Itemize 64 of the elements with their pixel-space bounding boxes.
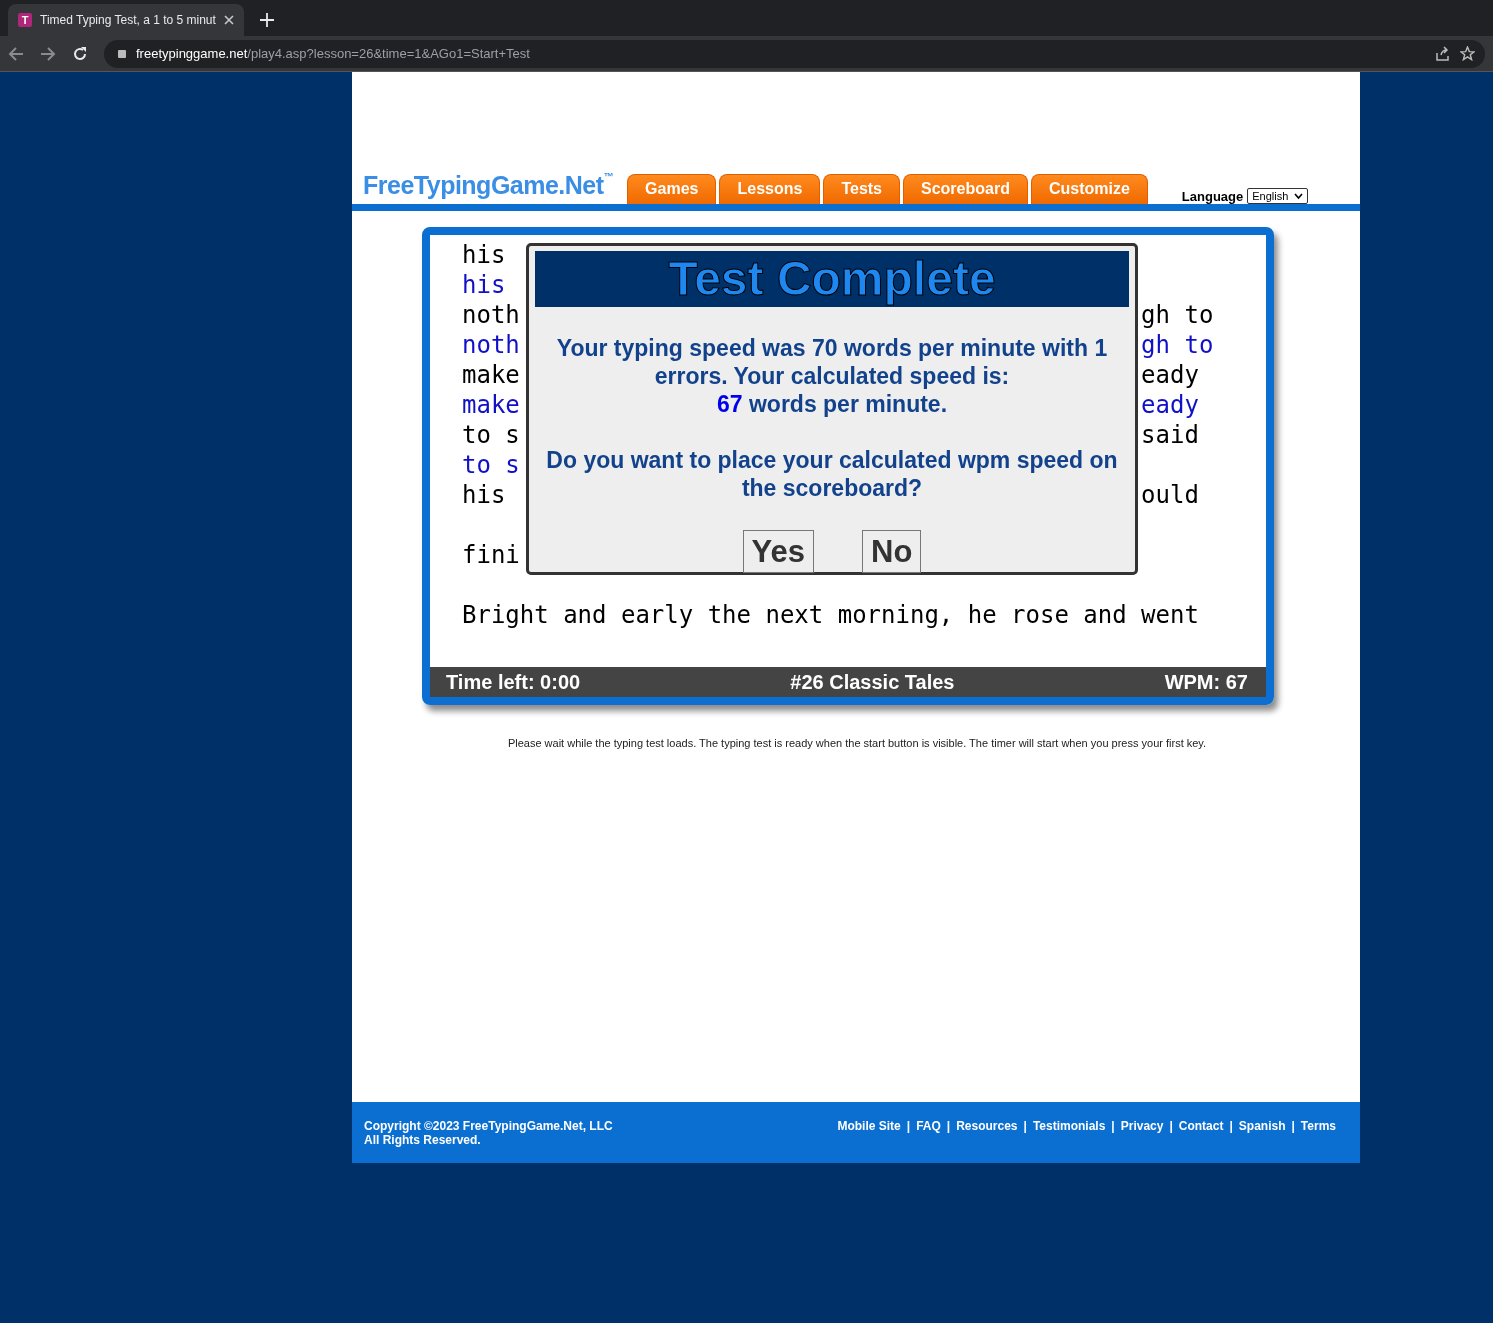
typed-text: make (462, 390, 520, 420)
language-dropdown[interactable]: English (1247, 188, 1309, 204)
prompt-text: make (462, 360, 520, 390)
star-icon[interactable] (1460, 46, 1475, 61)
nav-tab[interactable]: Customize (1030, 174, 1148, 204)
chevron-down-icon[interactable] (1294, 192, 1304, 200)
link-separator: | (906, 1119, 911, 1133)
footer-link[interactable]: Terms (1300, 1119, 1336, 1133)
forward-icon[interactable] (40, 45, 56, 62)
footer-link[interactable]: Contact (1178, 1119, 1224, 1133)
share-icon[interactable] (1435, 46, 1450, 61)
browser-tab[interactable]: T Timed Typing Test, a 1 to 5 minut (8, 4, 244, 36)
footer-link[interactable]: FAQ (916, 1119, 941, 1133)
typed-text: to s (462, 450, 520, 480)
link-separator: | (946, 1119, 951, 1133)
time-left: Time left: 0:00 (446, 670, 581, 694)
link-separator: | (1291, 1119, 1295, 1133)
back-icon[interactable] (8, 45, 24, 62)
dialog-title: Test Complete (535, 251, 1129, 307)
nav-tab[interactable]: Lessons (719, 174, 821, 204)
footer-link[interactable]: Testimonials (1032, 1119, 1106, 1133)
reload-icon[interactable] (72, 45, 88, 62)
lesson-title: #26 Classic Tales (790, 670, 955, 694)
prompt-text: to s (462, 420, 520, 450)
prompt-text: Bright and early the next morning, he rose and went (462, 600, 1199, 630)
footer-link[interactable]: Privacy (1120, 1119, 1164, 1133)
prompt-text: fini (462, 540, 520, 570)
typed-text: noth (462, 330, 520, 360)
footer-link[interactable]: Spanish (1238, 1119, 1286, 1133)
url-text: freetypinggame.net/play4.asp?lesson=26&time=1&AGo1=Start+Test (136, 46, 530, 61)
site-favicon: T (18, 13, 32, 27)
result-text: Your typing speed was 70 words per minute with 1 errors. Your calculated speed is: (555, 334, 1109, 390)
typed-text: gh to (1141, 330, 1214, 360)
footer-link[interactable]: Mobile Site (837, 1119, 901, 1133)
link-separator: | (1169, 1119, 1173, 1133)
link-separator: | (1229, 1119, 1233, 1133)
language-label: Language (1181, 188, 1244, 204)
link-separator: | (1023, 1119, 1027, 1133)
prompt-text: his (462, 240, 506, 270)
nav-tab[interactable]: Scoreboard (903, 174, 1028, 204)
typed-text: his (462, 270, 506, 300)
wpm-reading: WPM: 67 (1164, 670, 1248, 694)
link-separator: | (1111, 1119, 1115, 1133)
address-bar[interactable]: freetypinggame.net/play4.asp?lesson=26&time=1&AGo1=Start+Test (104, 39, 1485, 68)
nav-tab[interactable]: Games (627, 174, 717, 204)
calculated-speed: 67 words per minute. (716, 390, 948, 418)
footer-link[interactable]: Resources (956, 1119, 1018, 1133)
yes-button[interactable]: Yes (742, 530, 815, 573)
prompt-text: said (1141, 420, 1199, 450)
prompt-text: noth (462, 300, 520, 330)
loading-note: Please wait while the typing test loads. The typing test is ready when the start button is visible. The timer will start when you press your first key. (506, 737, 1208, 749)
prompt-text: eady (1141, 360, 1199, 390)
no-button[interactable]: No (862, 530, 922, 573)
close-icon[interactable] (223, 15, 234, 25)
question-text: Do you want to place your calculated wpm speed on the scoreboard? (545, 446, 1119, 502)
copyright-text: Copyright ©2023 FreeTypingGame.Net, LLC (364, 1119, 613, 1133)
new-tab-icon[interactable] (259, 13, 274, 27)
typed-text: eady (1141, 390, 1199, 420)
prompt-text: gh to (1141, 300, 1214, 330)
site-logo[interactable]: FreeTypingGame.Net$^{™}$ (363, 171, 614, 200)
nav-tab[interactable]: Tests (823, 174, 900, 204)
copyright-text: All Rights Reserved. (364, 1133, 482, 1147)
prompt-text: ould (1141, 480, 1199, 510)
prompt-text: his (462, 480, 506, 510)
